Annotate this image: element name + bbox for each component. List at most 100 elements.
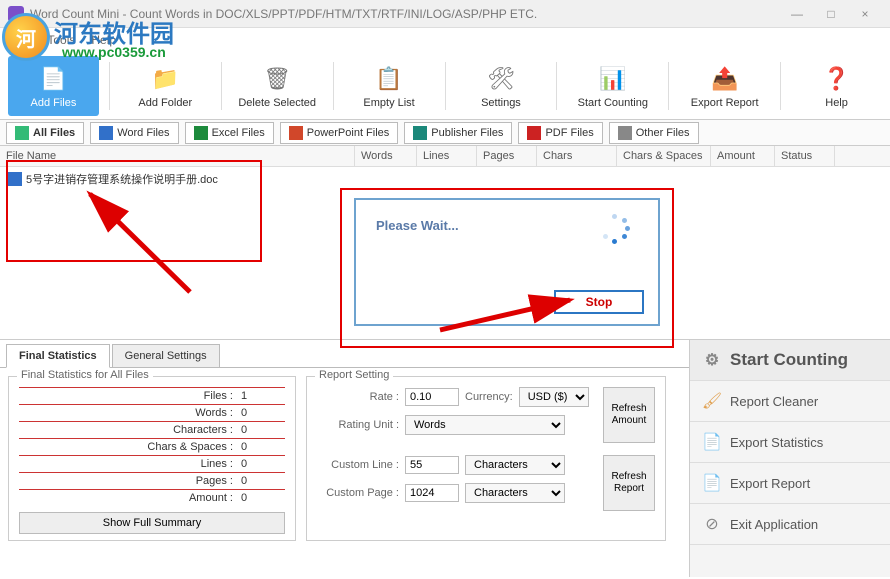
- custom-page-unit-select[interactable]: Characters: [465, 483, 565, 503]
- doc-icon: [8, 172, 22, 186]
- export-icon: 📄: [702, 473, 722, 493]
- custom-line-unit-select[interactable]: Characters: [465, 455, 565, 475]
- side-start-counting-button[interactable]: ⚙ Start Counting: [690, 340, 890, 381]
- tab-all-files[interactable]: All Files: [6, 122, 84, 144]
- menu-tools[interactable]: Tools: [47, 33, 75, 47]
- col-chars-spaces[interactable]: Chars & Spaces: [617, 146, 711, 166]
- add-folder-button[interactable]: 📁 Add Folder: [120, 56, 211, 116]
- separator: [780, 62, 781, 110]
- report-setting-fieldset: Report Setting Rate : Currency: USD ($) …: [306, 376, 666, 541]
- separator: [333, 62, 334, 110]
- stat-chars-label: Characters :: [23, 424, 233, 436]
- side-report-cleaner-button[interactable]: 🖌 Report Cleaner: [690, 381, 890, 422]
- show-full-summary-button[interactable]: Show Full Summary: [19, 512, 285, 534]
- publisher-icon: [413, 126, 427, 140]
- exit-icon: ⊘: [702, 514, 722, 534]
- stat-amount-value: 0: [241, 492, 281, 504]
- file-row[interactable]: 5号字进销存管理系统操作说明手册.doc: [4, 169, 886, 189]
- separator: [556, 62, 557, 110]
- progress-dialog: Please Wait... Stop: [354, 198, 660, 326]
- stop-button[interactable]: Stop: [554, 290, 644, 314]
- separator: [109, 62, 110, 110]
- separator: [445, 62, 446, 110]
- currency-select[interactable]: USD ($): [519, 387, 589, 407]
- menu-file[interactable]: File: [12, 33, 31, 47]
- fieldset-legend: Report Setting: [315, 369, 393, 381]
- help-button[interactable]: ❓ Help: [791, 56, 882, 116]
- other-icon: [618, 126, 632, 140]
- gear-icon: ⚙: [702, 350, 722, 370]
- col-words[interactable]: Words: [355, 146, 417, 166]
- stat-pages-value: 0: [241, 475, 281, 487]
- rating-unit-label: Rating Unit :: [317, 419, 399, 431]
- help-icon: ❓: [821, 63, 853, 95]
- delete-icon: 🗑: [261, 63, 293, 95]
- stat-cs-label: Chars & Spaces :: [23, 441, 233, 453]
- col-amount[interactable]: Amount: [711, 146, 775, 166]
- rating-unit-select[interactable]: Words: [405, 415, 565, 435]
- settings-button[interactable]: 🛠 Settings: [456, 56, 547, 116]
- add-files-button[interactable]: 📄 Add Files: [8, 56, 99, 116]
- custom-page-input[interactable]: [405, 484, 459, 502]
- side-exit-button[interactable]: ⊘ Exit Application: [690, 504, 890, 545]
- currency-label: Currency:: [465, 391, 513, 403]
- menu-help[interactable]: Help: [91, 33, 116, 47]
- brush-icon: 🖌: [702, 391, 722, 411]
- refresh-amount-button[interactable]: Refresh Amount: [603, 387, 655, 443]
- delete-selected-button[interactable]: 🗑 Delete Selected: [232, 56, 323, 116]
- export-report-button[interactable]: 📤 Export Report: [679, 56, 770, 116]
- refresh-report-button[interactable]: Refresh Report: [603, 455, 655, 511]
- dialog-message: Please Wait...: [376, 218, 459, 233]
- tab-excel-files[interactable]: Excel Files: [185, 122, 274, 144]
- empty-icon: 📋: [373, 63, 405, 95]
- app-icon: [8, 6, 24, 22]
- separator: [668, 62, 669, 110]
- window-title: Word Count Mini - Count Words in DOC/XLS…: [30, 7, 780, 21]
- pdf-icon: [527, 126, 541, 140]
- col-file-name[interactable]: File Name: [0, 146, 355, 166]
- stat-files-value: 1: [241, 390, 281, 402]
- stat-files-label: Files :: [23, 390, 233, 402]
- custom-line-input[interactable]: [405, 456, 459, 474]
- excel-icon: [194, 126, 208, 140]
- empty-list-button[interactable]: 📋 Empty List: [344, 56, 435, 116]
- stat-words-label: Words :: [23, 407, 233, 419]
- col-lines[interactable]: Lines: [417, 146, 477, 166]
- tab-ppt-files[interactable]: PowerPoint Files: [280, 122, 399, 144]
- stat-words-value: 0: [241, 407, 281, 419]
- word-icon: [99, 126, 113, 140]
- spinner-icon: [600, 214, 630, 244]
- col-chars[interactable]: Chars: [537, 146, 617, 166]
- fieldset-legend: Final Statistics for All Files: [17, 369, 153, 381]
- side-export-report-button[interactable]: 📄 Export Report: [690, 463, 890, 504]
- side-export-statistics-button[interactable]: 📄 Export Statistics: [690, 422, 890, 463]
- all-icon: [15, 126, 29, 140]
- tab-word-files[interactable]: Word Files: [90, 122, 178, 144]
- add-files-icon: 📄: [37, 63, 69, 95]
- start-counting-button[interactable]: 📊 Start Counting: [567, 56, 658, 116]
- tab-other-files[interactable]: Other Files: [609, 122, 699, 144]
- stat-chars-value: 0: [241, 424, 281, 436]
- tab-pdf-files[interactable]: PDF Files: [518, 122, 602, 144]
- col-pages[interactable]: Pages: [477, 146, 537, 166]
- separator: [221, 62, 222, 110]
- rate-label: Rate :: [317, 391, 399, 403]
- final-statistics-fieldset: Final Statistics for All Files Files :1 …: [8, 376, 296, 541]
- stat-amount-label: Amount :: [23, 492, 233, 504]
- tab-publisher-files[interactable]: Publisher Files: [404, 122, 512, 144]
- stat-lines-label: Lines :: [23, 458, 233, 470]
- add-folder-icon: 📁: [149, 63, 181, 95]
- maximize-button[interactable]: □: [814, 3, 848, 25]
- close-button[interactable]: ×: [848, 3, 882, 25]
- ppt-icon: [289, 126, 303, 140]
- export-icon: 📤: [709, 63, 741, 95]
- tab-general-settings[interactable]: General Settings: [112, 344, 220, 368]
- custom-page-label: Custom Page :: [317, 487, 399, 499]
- stat-lines-value: 0: [241, 458, 281, 470]
- count-icon: 📊: [597, 63, 629, 95]
- minimize-button[interactable]: —: [780, 3, 814, 25]
- col-status[interactable]: Status: [775, 146, 835, 166]
- rate-input[interactable]: [405, 388, 459, 406]
- stat-pages-label: Pages :: [23, 475, 233, 487]
- tab-final-statistics[interactable]: Final Statistics: [6, 344, 110, 368]
